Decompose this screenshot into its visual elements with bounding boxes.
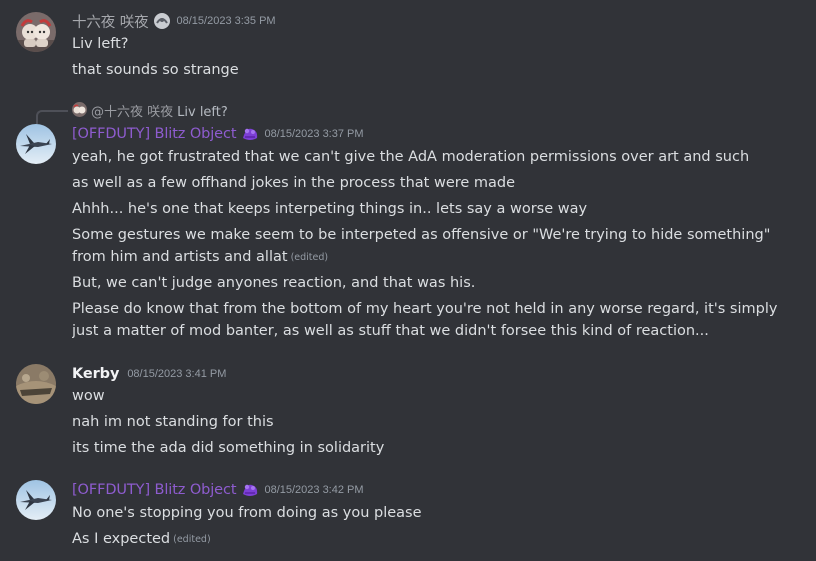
author-name[interactable]: Kerby (72, 366, 119, 382)
message-line-edited: As I expected (edited) (72, 528, 796, 551)
reply-mention[interactable]: @十六夜 咲夜 (91, 105, 173, 120)
message-line: wow (72, 388, 105, 404)
message-line-wrapped: Some gestures we make seem to be interpe… (72, 224, 784, 269)
author-name[interactable]: [OFFDUTY] Blitz Object (72, 482, 237, 498)
chat-log: 十六夜 咲夜 08/15/2023 3:35 PM Liv left? that… (0, 0, 816, 561)
message-line: as well as a few offhand jokes in the pr… (72, 175, 516, 191)
message-header: [OFFDUTY] Blitz Object 08/15/2023 3:42 P… (72, 480, 364, 500)
message-line: But, we can't judge anyones reaction, an… (72, 275, 476, 291)
avatar-blitz-jet[interactable] (16, 124, 56, 164)
message-header: 十六夜 咲夜 08/15/2023 3:35 PM (72, 11, 276, 31)
edited-label: (edited) (173, 534, 211, 545)
message-line: that sounds so strange (72, 62, 239, 78)
reply-connector (36, 110, 68, 124)
message-header: Kerby 08/15/2023 3:41 PM (72, 364, 226, 384)
reply-text[interactable]: Liv left? (177, 105, 228, 120)
role-badge-icon[interactable] (240, 125, 258, 143)
avatar-kerby[interactable] (16, 364, 56, 404)
message-line: Ahhh... he's one that keeps interpeting … (72, 201, 588, 217)
avatar-blitz-jet[interactable] (16, 480, 56, 520)
author-name[interactable]: [OFFDUTY] Blitz Object (72, 126, 237, 142)
message-text: As I expected (72, 531, 171, 547)
edited-label: (edited) (290, 252, 329, 263)
timestamp: 08/15/2023 3:42 PM (264, 484, 364, 496)
timestamp: 08/15/2023 3:35 PM (176, 15, 276, 27)
message-line: yeah, he got frustrated that we can't gi… (72, 149, 750, 165)
message-header: [OFFDUTY] Blitz Object 08/15/2023 3:37 P… (72, 124, 364, 144)
message-line: No one's stopping you from doing as you … (72, 505, 422, 521)
timestamp: 08/15/2023 3:37 PM (264, 128, 364, 140)
message-text: Some gestures we make seem to be interpe… (72, 227, 771, 265)
message-line-wrapped: Please do know that from the bottom of m… (72, 301, 778, 339)
reply-preview[interactable]: @十六夜 咲夜 Liv left? (91, 101, 228, 120)
author-name[interactable]: 十六夜 咲夜 (72, 11, 149, 32)
message-line: nah im not standing for this (72, 414, 274, 430)
role-badge-icon[interactable] (153, 12, 171, 30)
timestamp: 08/15/2023 3:41 PM (127, 368, 227, 380)
message-line: its time the ada did something in solida… (72, 440, 385, 456)
role-badge-icon[interactable] (240, 481, 258, 499)
message-line: Liv left? (72, 36, 129, 52)
avatar-sakuya[interactable] (16, 12, 56, 52)
reply-avatar-sakuya[interactable] (72, 102, 87, 117)
